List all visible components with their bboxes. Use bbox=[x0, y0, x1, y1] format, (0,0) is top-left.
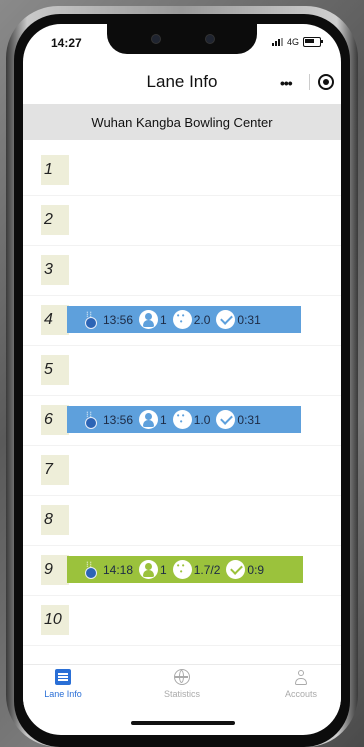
lane-list: 1234⁝⁝13:5612.00:3156⁝⁝13:5611.00:31789⁝… bbox=[23, 146, 341, 646]
game-count: 2.0 bbox=[193, 312, 211, 327]
lane-row[interactable]: 4 ⁝⁝ 13:56 1 2.0 0:31 bbox=[23, 296, 341, 346]
lane-session-bar[interactable]: ⁝⁝ 13:56 1 1.0 0:31 bbox=[67, 406, 301, 433]
tab-statistics[interactable]: Statistics bbox=[142, 669, 222, 699]
home-indicator bbox=[131, 721, 235, 725]
bowling-icon: ⁝⁝ bbox=[83, 310, 99, 329]
start-time: 14:18 bbox=[103, 562, 134, 577]
elapsed-time: 0:31 bbox=[237, 412, 261, 427]
player-icon bbox=[139, 560, 159, 579]
elapsed-time: 0:31 bbox=[237, 312, 261, 327]
game-count: 1.0 bbox=[193, 412, 211, 427]
nav-bar: Lane Info ••• bbox=[23, 64, 341, 100]
lane-number: 6 bbox=[41, 405, 69, 435]
lane-number: 7 bbox=[41, 455, 69, 485]
tab-accounts[interactable]: Accouts bbox=[261, 669, 341, 699]
lane-row[interactable]: 10 bbox=[23, 596, 341, 646]
lane-row[interactable]: 7 bbox=[23, 446, 341, 496]
player-icon bbox=[139, 310, 159, 329]
page-title: Lane Info bbox=[146, 72, 218, 91]
user-icon bbox=[293, 669, 309, 685]
lane-row[interactable]: 1 bbox=[23, 146, 341, 196]
sensor-icon bbox=[205, 34, 215, 44]
bowling-icon: ⁝⁝ bbox=[83, 410, 99, 429]
camera-icon bbox=[151, 34, 161, 44]
globe-icon bbox=[174, 669, 190, 685]
game-icon bbox=[172, 410, 192, 429]
lane-number: 1 bbox=[41, 155, 69, 185]
lane-number: 4 bbox=[41, 305, 69, 335]
lane-row[interactable]: 9 ⁝⁝ 14:18 1 1.7/2 0:9 bbox=[23, 546, 341, 596]
elapsed-time: 0:9 bbox=[247, 562, 265, 577]
tab-lane-info[interactable]: Lane Info bbox=[23, 669, 103, 699]
status-indicators: 4G bbox=[271, 37, 323, 47]
venue-name: Wuhan Kangba Bowling Center bbox=[91, 114, 273, 130]
lane-number: 3 bbox=[41, 255, 69, 285]
battery-icon bbox=[303, 37, 323, 47]
player-count: 1 bbox=[160, 412, 167, 427]
lane-number: 2 bbox=[41, 205, 69, 235]
tab-bar: Lane Info Statistics Accouts bbox=[23, 664, 341, 715]
more-menu-icon[interactable]: ••• bbox=[280, 76, 293, 90]
player-count: 1 bbox=[160, 312, 167, 327]
nav-divider bbox=[309, 74, 310, 90]
tab-label: Statistics bbox=[163, 689, 200, 699]
lane-number: 9 bbox=[41, 555, 69, 585]
lane-row[interactable]: 6 ⁝⁝ 13:56 1 1.0 0:31 bbox=[23, 396, 341, 446]
game-count: 1.7/2 bbox=[193, 562, 221, 577]
game-icon bbox=[172, 560, 192, 579]
lane-number: 8 bbox=[41, 505, 69, 535]
game-icon bbox=[172, 310, 192, 329]
lane-row[interactable]: 2 bbox=[23, 196, 341, 246]
notch bbox=[107, 24, 257, 54]
start-time: 13:56 bbox=[103, 312, 134, 327]
signal-icon bbox=[271, 38, 283, 46]
start-time: 13:56 bbox=[103, 412, 134, 427]
player-count: 1 bbox=[160, 562, 167, 577]
clock-icon bbox=[216, 410, 236, 429]
clock-icon bbox=[226, 560, 246, 579]
lane-session-bar[interactable]: ⁝⁝ 14:18 1 1.7/2 0:9 bbox=[67, 556, 303, 583]
list-icon bbox=[55, 669, 71, 685]
venue-header: Wuhan Kangba Bowling Center bbox=[23, 104, 341, 140]
close-capsule-icon[interactable] bbox=[318, 74, 334, 90]
tab-label: Accouts bbox=[284, 689, 317, 699]
player-icon bbox=[139, 410, 159, 429]
app-screen: 14:27 4G Lane Info ••• Wuhan Kangba Bowl… bbox=[23, 24, 341, 735]
lane-number: 5 bbox=[41, 355, 69, 385]
bowling-icon: ⁝⁝ bbox=[83, 560, 99, 579]
lane-session-bar[interactable]: ⁝⁝ 13:56 1 2.0 0:31 bbox=[67, 306, 301, 333]
tab-label: Lane Info bbox=[44, 689, 82, 699]
lane-number: 10 bbox=[41, 605, 69, 635]
clock-icon bbox=[216, 310, 236, 329]
lane-row[interactable]: 5 bbox=[23, 346, 341, 396]
status-time: 14:27 bbox=[51, 36, 82, 50]
lane-row[interactable]: 3 bbox=[23, 246, 341, 296]
lane-row[interactable]: 8 bbox=[23, 496, 341, 546]
network-label: 4G bbox=[286, 37, 299, 47]
